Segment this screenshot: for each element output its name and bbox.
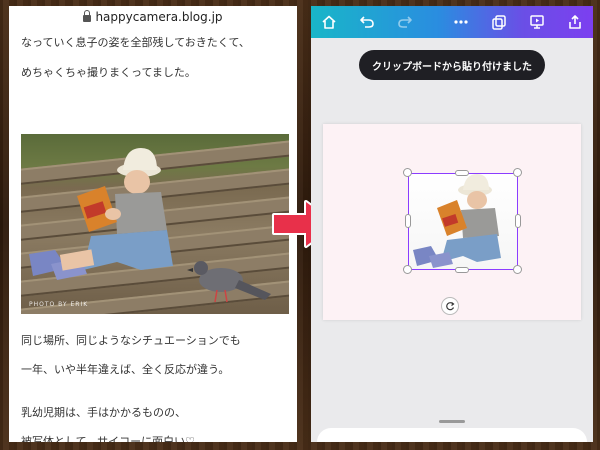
resize-handle-bottom-right[interactable] bbox=[513, 265, 522, 274]
blog-browser-panel: happycamera.blog.jp なっていく息子の姿を全部残しておきたくて… bbox=[9, 6, 297, 442]
blog-text-line: 一年、いや半年違えば、全く反応が違う。 bbox=[21, 363, 230, 376]
share-icon[interactable] bbox=[565, 12, 585, 32]
resize-handle-top-left[interactable] bbox=[403, 168, 412, 177]
blog-text-line: 乳幼児期は、手はかかるものの、 bbox=[21, 406, 186, 419]
rotate-handle-icon[interactable] bbox=[441, 297, 459, 315]
resize-handle-bottom-left[interactable] bbox=[403, 265, 412, 274]
redo-icon[interactable] bbox=[395, 12, 415, 32]
bottom-sheet-grabber[interactable] bbox=[439, 420, 465, 423]
design-canvas-page[interactable] bbox=[323, 124, 581, 320]
resize-handle-top-right[interactable] bbox=[513, 168, 522, 177]
more-icon[interactable] bbox=[451, 12, 471, 32]
resize-handle-right[interactable] bbox=[515, 214, 521, 228]
photo-watermark: PHOTO BY ERIK bbox=[29, 301, 89, 308]
blog-text-line: 同じ場所、同じようなシチュエーションでも bbox=[21, 334, 241, 347]
blog-text-line: なっていく息子の姿を全部残しておきたくて、 bbox=[21, 36, 250, 49]
bottom-sheet[interactable] bbox=[317, 428, 587, 442]
layers-icon[interactable] bbox=[489, 12, 509, 32]
resize-handle-left[interactable] bbox=[405, 214, 411, 228]
url-text: happycamera.blog.jp bbox=[95, 10, 223, 24]
home-icon[interactable] bbox=[319, 12, 339, 32]
child-on-bench-illustration bbox=[29, 148, 271, 303]
blog-text-line: めちゃくちゃ撮りまくってました。 bbox=[21, 66, 196, 79]
lock-icon bbox=[83, 9, 92, 22]
resize-handle-bottom[interactable] bbox=[455, 267, 469, 273]
pasted-child-image bbox=[413, 174, 501, 268]
address-bar[interactable]: happycamera.blog.jp bbox=[9, 6, 297, 28]
paste-toast: クリップボードから貼り付けました bbox=[359, 50, 545, 80]
blog-photo: PHOTO BY ERIK bbox=[21, 134, 289, 314]
resize-handle-top[interactable] bbox=[455, 170, 469, 176]
present-icon[interactable] bbox=[527, 12, 547, 32]
editor-toolbar bbox=[311, 6, 593, 38]
undo-icon[interactable] bbox=[357, 12, 377, 32]
editor-panel: クリップボードから貼り付けました bbox=[311, 6, 593, 442]
pasted-image[interactable] bbox=[408, 173, 518, 270]
blog-text-line: 被写体として、サイコーに面白い♡ bbox=[21, 435, 195, 442]
